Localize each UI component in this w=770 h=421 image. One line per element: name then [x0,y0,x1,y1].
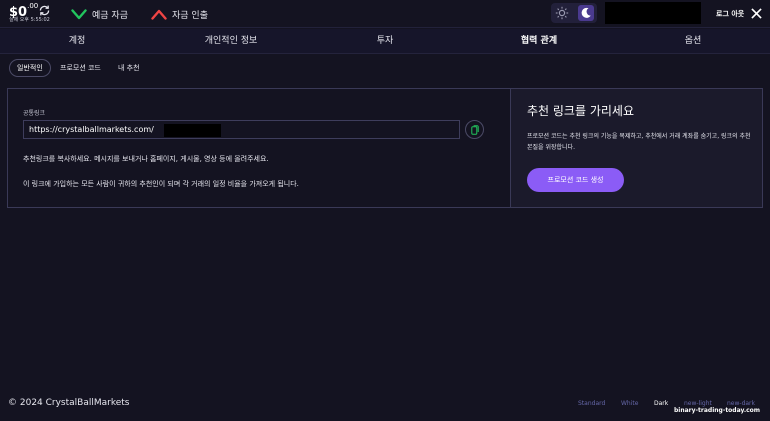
copy-icon [471,125,479,135]
promo-code-panel: 추천 링크를 가리세요 프로모션 코드는 추천 링크의 기능을 복제하고, 추천… [510,88,763,208]
theme-toggle[interactable] [551,3,597,23]
withdraw-label: 자금 인출 [172,10,208,21]
redacted-link-code [164,124,221,137]
subtab-general[interactable]: 일반적인 [9,59,51,77]
theme-link-dark[interactable]: Dark [654,400,668,407]
light-theme-button[interactable] [554,5,570,21]
deposit-button[interactable]: 예금 자금 [71,7,128,21]
tab-account[interactable]: 계정 [69,29,86,54]
chevron-up-icon [151,9,167,20]
balance-caption: 실제 오후 5:55:02 [9,17,50,23]
moon-icon [581,7,591,18]
referral-link-panel: 공통링크 https://crystalballmarkets.com/ 추천링… [7,88,511,208]
theme-link-white[interactable]: White [621,400,638,407]
referral-instructions: 추천링크를 복사하세요. 메시지를 보내거나 홈페이지, 게시물, 영상 등에 … [23,155,269,163]
close-icon[interactable] [751,8,762,19]
tab-options[interactable]: 옵션 [685,29,702,54]
withdraw-button[interactable]: 자금 인출 [151,7,208,21]
create-promo-code-button[interactable]: 프로모션 코드 생성 [527,168,624,192]
top-bar: $0.00 실제 오후 5:55:02 예금 자금 자금 인출 로그 아웃 [0,0,770,28]
promo-panel-title: 추천 링크를 가리세요 [527,104,634,118]
deposit-label: 예금 자금 [92,10,128,21]
copyright: © 2024 CrystalBallMarkets [8,398,130,408]
theme-link-new-dark[interactable]: new-dark [727,400,755,407]
referral-link-label: 공통링크 [23,110,46,117]
tab-personal-info[interactable]: 개인적인 정보 [205,29,258,54]
balance[interactable]: $0.00 실제 오후 5:55:02 [9,2,50,23]
chevron-down-icon [71,8,87,19]
tab-invest[interactable]: 투자 [377,29,394,54]
promo-panel-description: 프로모션 코드는 추천 링크의 기능을 복제하고, 추천에서 거래 계좌를 숨기… [527,133,751,151]
balance-cents: .00 [27,2,39,10]
refresh-icon[interactable] [38,4,51,17]
main-nav: 계정 개인적인 정보 투자 협력 관계 옵션 [0,29,770,54]
referral-benefit-text: 이 링크에 가입하는 모든 사람이 귀하의 추천인이 되며 각 거래의 일정 비… [23,180,299,188]
dark-theme-button[interactable] [578,5,594,21]
subtab-my-referrals[interactable]: 내 추천 [118,59,140,77]
theme-link-new-light[interactable]: new-light [684,400,712,407]
redacted-account-box [605,2,701,24]
subtab-promo-code[interactable]: 프로모션 코드 [60,59,101,77]
referral-link-field[interactable]: https://crystalballmarkets.com/ [23,120,460,139]
logout-button[interactable]: 로그 아웃 [716,9,744,19]
copy-link-button[interactable] [465,120,484,139]
watermark: binary-trading-today.com [674,407,761,414]
sub-nav: 일반적인 프로모션 코드 내 추천 [0,55,770,81]
theme-link-standard[interactable]: Standard [578,400,605,407]
sun-icon [555,6,569,20]
tab-partnership[interactable]: 협력 관계 [521,29,557,54]
